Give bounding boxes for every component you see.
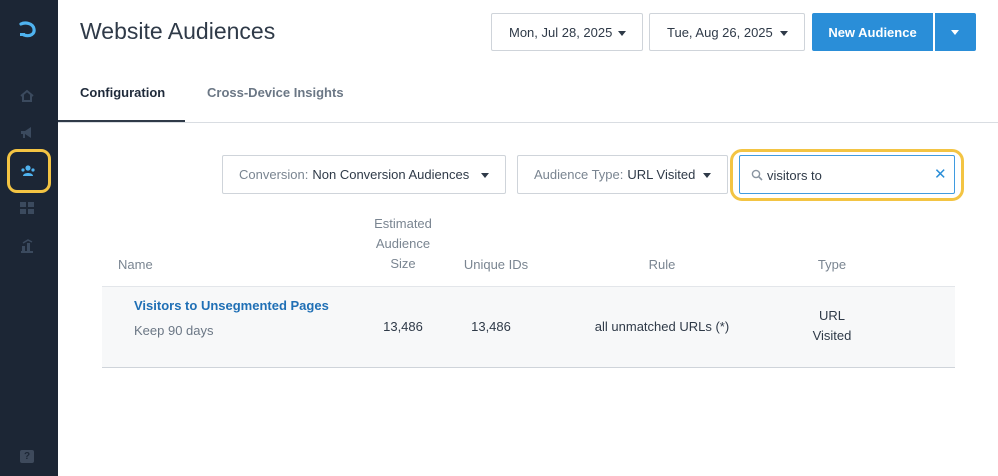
column-header-size-line: Audience xyxy=(375,236,431,251)
search-input[interactable] xyxy=(767,165,927,185)
column-header-unique-ids[interactable]: Unique IDs xyxy=(458,255,534,275)
column-header-estimated-size[interactable]: Estimated Audience Size xyxy=(366,214,440,274)
home-icon[interactable] xyxy=(19,88,35,104)
search-field[interactable]: ✕ xyxy=(739,155,955,194)
audience-type-filter-label: Audience Type: xyxy=(534,167,624,182)
start-date-picker[interactable]: Mon, Jul 28, 2025 xyxy=(491,13,643,51)
caret-down-icon xyxy=(951,30,959,35)
reports-chart-icon[interactable] xyxy=(19,238,35,254)
column-header-type[interactable]: Type xyxy=(808,255,856,275)
dashboard-grid-icon[interactable] xyxy=(19,200,35,216)
start-date-label: Mon, Jul 28, 2025 xyxy=(509,24,613,40)
logo-icon[interactable] xyxy=(17,20,41,40)
megaphone-icon[interactable] xyxy=(19,125,35,141)
end-date-picker[interactable]: Tue, Aug 26, 2025 xyxy=(649,13,805,51)
audience-retention: Keep 90 days xyxy=(134,323,214,338)
help-icon[interactable]: ? xyxy=(20,450,34,463)
type-line: URL xyxy=(818,308,845,323)
column-header-name[interactable]: Name xyxy=(118,255,153,275)
type-cell: URL Visited xyxy=(800,306,864,346)
audience-type-filter-value: URL Visited xyxy=(627,167,696,182)
column-header-rule[interactable]: Rule xyxy=(622,255,702,275)
column-header-size-line: Estimated xyxy=(374,216,432,231)
caret-down-icon xyxy=(703,173,711,178)
tab-configuration[interactable]: Configuration xyxy=(80,85,165,100)
audience-size-cell: 13,486 xyxy=(383,319,423,334)
clear-search-icon[interactable]: ✕ xyxy=(934,165,947,185)
page-title: Website Audiences xyxy=(80,18,276,44)
tabs-divider xyxy=(58,122,998,123)
audience-name-link[interactable]: Visitors to Unsegmented Pages xyxy=(134,298,329,313)
new-audience-button[interactable]: New Audience xyxy=(812,13,933,51)
audience-type-filter-dropdown[interactable]: Audience Type: URL Visited xyxy=(517,155,728,194)
new-audience-dropdown-button[interactable] xyxy=(935,13,976,51)
caret-down-icon xyxy=(780,31,788,36)
conversion-filter-dropdown[interactable]: Conversion: Non Conversion Audiences xyxy=(222,155,506,194)
audiences-icon[interactable] xyxy=(20,163,36,179)
caret-down-icon xyxy=(481,173,489,178)
sidebar: ? xyxy=(0,0,58,476)
tab-cross-device-insights[interactable]: Cross-Device Insights xyxy=(207,85,344,100)
unique-ids-cell: 13,486 xyxy=(471,319,511,334)
caret-down-icon xyxy=(618,31,626,36)
search-icon xyxy=(751,168,763,186)
column-header-size-line: Size xyxy=(390,256,416,271)
conversion-filter-value: Non Conversion Audiences xyxy=(312,167,470,182)
rule-cell: all unmatched URLs (*) xyxy=(594,319,730,334)
end-date-label: Tue, Aug 26, 2025 xyxy=(667,24,773,40)
conversion-filter-label: Conversion: xyxy=(239,167,309,182)
type-line: Visited xyxy=(812,328,852,343)
